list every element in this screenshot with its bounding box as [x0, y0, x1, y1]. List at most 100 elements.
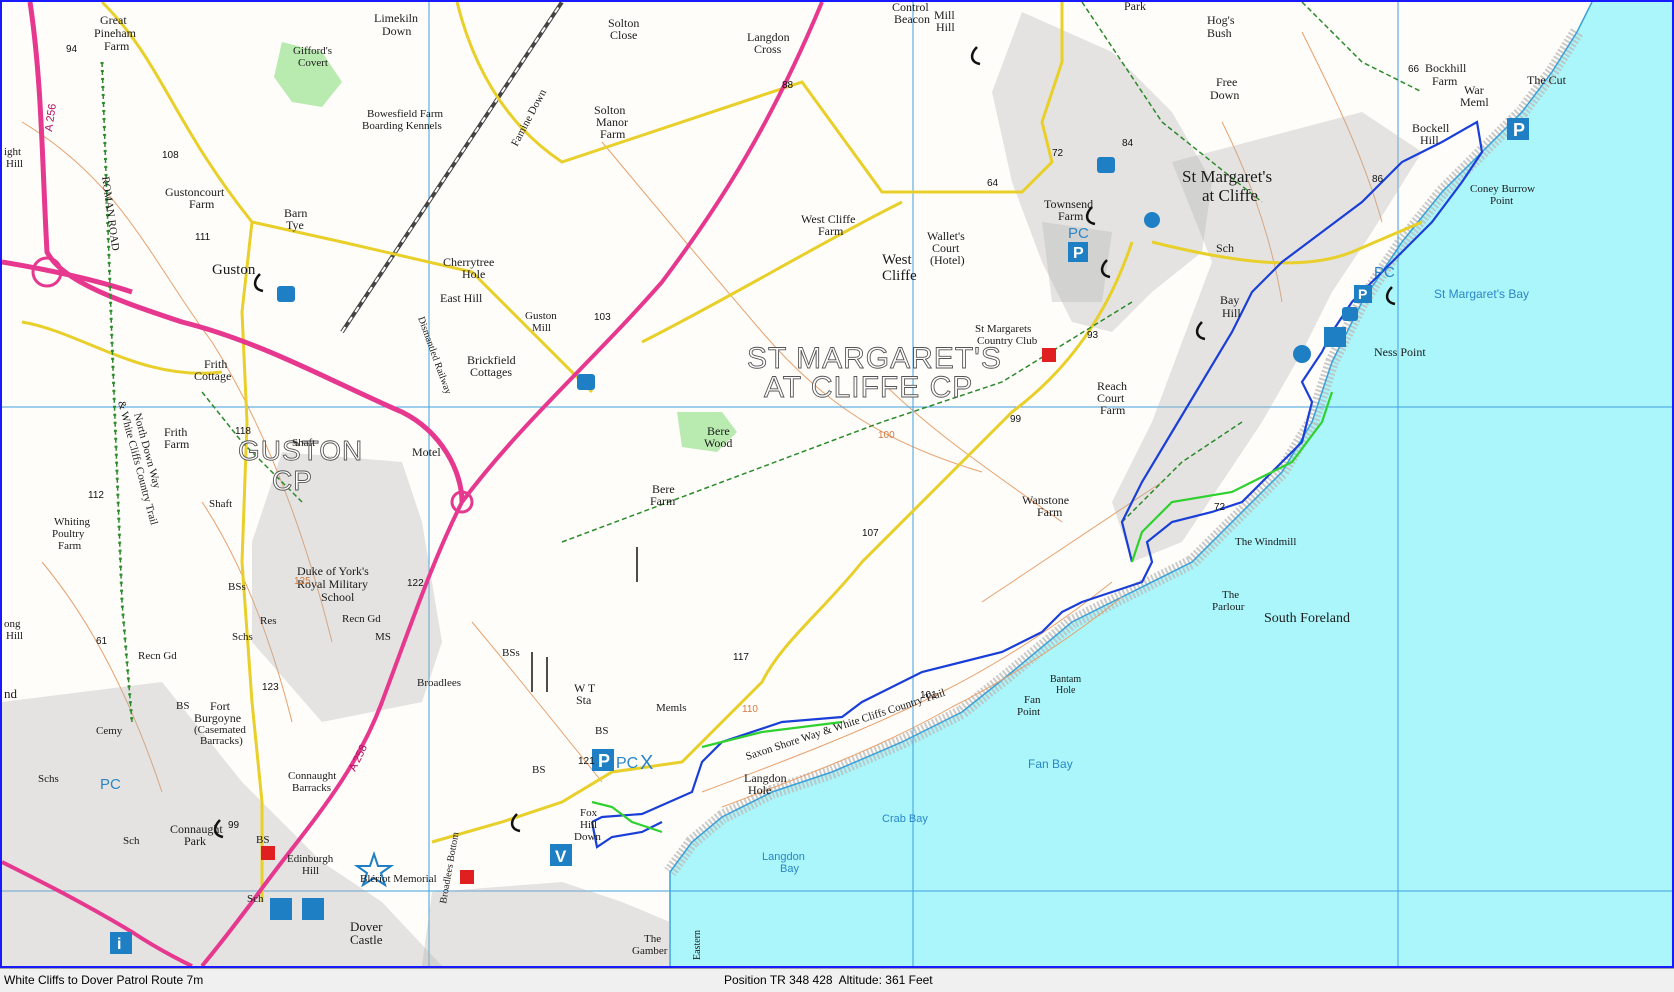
svg-text:Memls: Memls: [656, 702, 687, 714]
svg-text:School: School: [321, 590, 355, 604]
svg-text:Schs: Schs: [232, 631, 253, 643]
svg-text:Down: Down: [574, 831, 601, 843]
parking-symbol[interactable]: P: [592, 749, 614, 771]
svg-text:Shaft: Shaft: [209, 498, 232, 510]
svg-text:Farm: Farm: [1058, 209, 1084, 223]
svg-text:ROMAN ROAD: ROMAN ROAD: [99, 176, 121, 252]
svg-text:Hill: Hill: [302, 865, 319, 877]
svg-text:CP: CP: [272, 465, 313, 496]
svg-text:Boarding Kennels: Boarding Kennels: [362, 120, 442, 132]
svg-text:BS: BS: [176, 700, 189, 712]
svg-text:Crab Bay: Crab Bay: [882, 813, 928, 825]
svg-text:Farm: Farm: [164, 437, 190, 451]
svg-text:A 258: A 258: [347, 743, 370, 774]
svg-text:99: 99: [1010, 414, 1022, 425]
svg-text:Cliffe: Cliffe: [882, 268, 917, 284]
svg-text:Sch: Sch: [247, 893, 264, 905]
svg-text:Connaught: Connaught: [288, 770, 336, 782]
svg-text:Park: Park: [1124, 2, 1146, 13]
svg-text:(Hotel): (Hotel): [930, 253, 965, 267]
svg-text:Famine Down: Famine Down: [509, 87, 549, 148]
svg-text:The Windmill: The Windmill: [1235, 536, 1296, 548]
svg-text:111: 111: [195, 232, 211, 243]
route-name: White Cliffs to Dover Patrol Route 7m: [4, 973, 204, 987]
svg-text:A 256: A 256: [43, 103, 59, 133]
svg-text:117: 117: [733, 652, 749, 663]
railway: [340, 2, 564, 334]
svg-text:BSs: BSs: [502, 647, 520, 659]
svg-text:Cross: Cross: [754, 42, 782, 56]
svg-text:Farm: Farm: [1100, 403, 1126, 417]
svg-text:Hill: Hill: [6, 158, 23, 170]
svg-text:Blériot Memorial: Blériot Memorial: [360, 873, 437, 885]
info-centre-symbol[interactable]: i: [110, 932, 132, 954]
svg-text:Beacon: Beacon: [894, 12, 930, 26]
woodland: [274, 42, 737, 452]
svg-text:Bantam: Bantam: [1050, 674, 1081, 685]
svg-text:BS: BS: [256, 834, 269, 846]
picnic-site-icon: X: [640, 752, 653, 774]
svg-text:Broadlees: Broadlees: [417, 677, 461, 689]
svg-text:Ness Point: Ness Point: [1374, 345, 1426, 359]
altitude-value: 361 Feet: [885, 973, 933, 987]
svg-text:108: 108: [162, 150, 179, 161]
svg-text:AT CLIFFE CP: AT CLIFFE CP: [764, 371, 973, 404]
svg-text:Down: Down: [382, 24, 411, 38]
parking-symbol[interactable]: P: [1068, 242, 1088, 262]
svg-text:Wood: Wood: [704, 436, 732, 450]
svg-text:i: i: [117, 936, 121, 953]
svg-text:Tye: Tye: [286, 218, 304, 232]
ordnance-survey-map[interactable]: P P PC PC P P PC X V PC i ST MARGARET'S …: [2, 2, 1672, 966]
parking-symbol[interactable]: P: [1354, 285, 1372, 303]
svg-text:121: 121: [578, 756, 595, 767]
svg-text:84: 84: [1122, 138, 1134, 149]
svg-text:Free: Free: [1216, 75, 1237, 89]
svg-text:BS: BS: [532, 764, 545, 776]
svg-text:MS: MS: [375, 631, 391, 643]
svg-text:100: 100: [878, 430, 895, 441]
svg-text:Country Club: Country Club: [977, 335, 1038, 347]
svg-text:Eastern: Eastern: [692, 930, 703, 960]
svg-text:Cottages: Cottages: [470, 365, 512, 379]
svg-text:Castle: Castle: [350, 932, 383, 947]
svg-text:East Hill: East Hill: [440, 291, 483, 305]
svg-text:Farm: Farm: [1037, 505, 1063, 519]
svg-text:Cottage: Cottage: [194, 369, 231, 383]
svg-text:P: P: [1073, 245, 1084, 262]
svg-text:Barracks: Barracks: [292, 782, 331, 794]
position-value: TR 348 428: [769, 973, 833, 987]
svg-text:61: 61: [96, 636, 108, 647]
svg-text:122: 122: [407, 578, 424, 589]
svg-text:Burgoyne: Burgoyne: [194, 711, 241, 725]
svg-text:Gamber: Gamber: [632, 945, 668, 957]
svg-text:101: 101: [920, 690, 937, 701]
svg-text:Hill: Hill: [936, 20, 955, 34]
svg-text:Edinburgh: Edinburgh: [287, 853, 334, 865]
svg-text:Farm: Farm: [104, 39, 130, 53]
public-convenience-label: PC: [1374, 264, 1395, 281]
parking-symbol[interactable]: P: [1507, 118, 1529, 140]
svg-text:Coney Burrow: Coney Burrow: [1470, 183, 1535, 195]
svg-text:Parlour: Parlour: [1212, 601, 1245, 613]
svg-text:Point: Point: [1490, 195, 1513, 207]
map-application: P P PC PC P P PC X V PC i ST MARGARET'S …: [0, 0, 1674, 992]
svg-text:Poultry: Poultry: [52, 528, 85, 540]
svg-text:86: 86: [1372, 174, 1384, 185]
svg-text:Farm: Farm: [1432, 74, 1458, 88]
svg-text:Sch: Sch: [1216, 241, 1234, 255]
svg-text:112: 112: [88, 490, 104, 501]
svg-text:Hole: Hole: [1056, 685, 1076, 696]
svg-text:94: 94: [66, 44, 78, 55]
svg-text:72: 72: [1052, 148, 1064, 159]
svg-text:Great: Great: [100, 13, 127, 27]
svg-text:Hill: Hill: [1222, 306, 1241, 320]
map-view[interactable]: P P PC PC P P PC X V PC i ST MARGARET'S …: [0, 0, 1674, 968]
visitor-centre-symbol[interactable]: V: [550, 844, 572, 866]
svg-text:Hog's: Hog's: [1207, 13, 1235, 27]
svg-text:Close: Close: [610, 28, 637, 42]
svg-text:93: 93: [1087, 330, 1099, 341]
svg-text:Motel: Motel: [412, 445, 441, 459]
svg-text:64: 64: [987, 178, 999, 189]
svg-text:V: V: [555, 847, 567, 866]
svg-text:The Cut: The Cut: [1527, 73, 1567, 87]
